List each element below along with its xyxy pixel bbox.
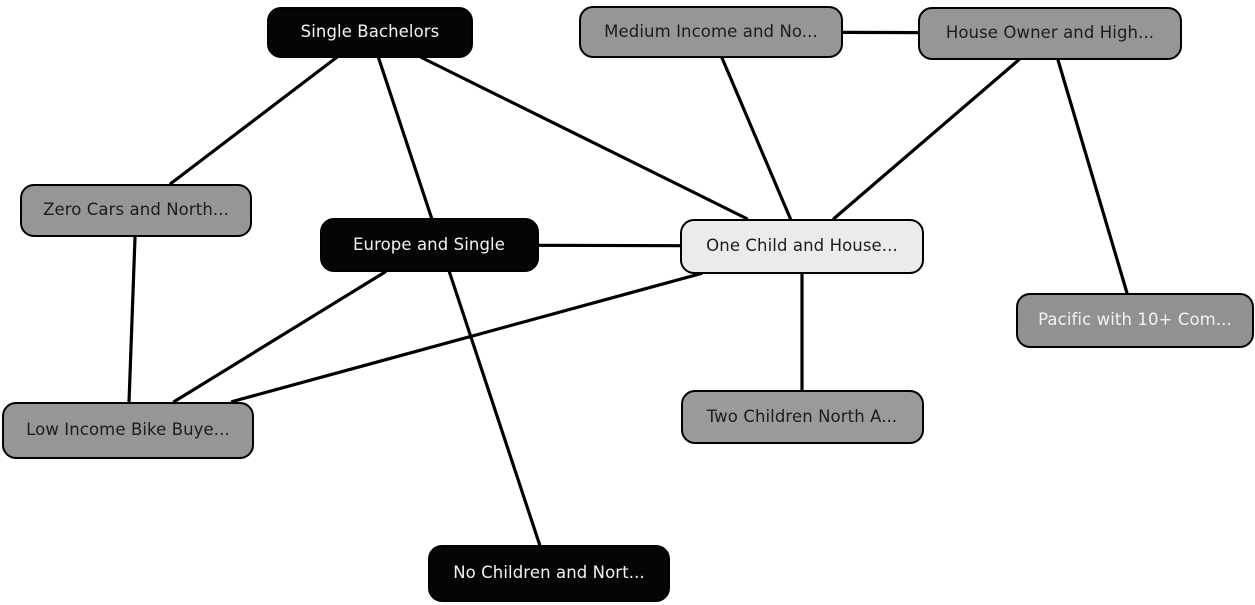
graph-node-house-owner-and-high[interactable]: House Owner and High... — [918, 6, 1182, 60]
graph-node-label: Zero Cars and North... — [43, 200, 229, 219]
graph-node-label: Pacific with 10+ Com... — [1038, 310, 1232, 329]
graph-node-zero-cars-and-north[interactable]: Zero Cars and North... — [20, 183, 252, 237]
graph-node-label: Europe and Single — [353, 235, 505, 254]
graph-node-layer: Single Bachelors Medium Income and No... H… — [0, 0, 1255, 605]
graph-node-label: Two Children North A... — [706, 407, 898, 426]
network-graph-canvas: Single Bachelors Medium Income and No... H… — [0, 0, 1255, 605]
graph-node-no-children-and-nort[interactable]: No Children and Nort... — [428, 544, 670, 602]
graph-node-label: Single Bachelors — [300, 22, 440, 41]
graph-node-low-income-bike-buye[interactable]: Low Income Bike Buye... — [2, 401, 254, 459]
graph-node-pacific-with-10-plus-com[interactable]: Pacific with 10+ Com... — [1016, 292, 1254, 348]
graph-node-label: House Owner and High... — [945, 23, 1155, 42]
graph-node-label: Medium Income and No... — [604, 22, 818, 41]
graph-node-label: Low Income Bike Buye... — [26, 420, 230, 439]
graph-node-europe-and-single[interactable]: Europe and Single — [319, 218, 539, 272]
graph-node-two-children-north-a[interactable]: Two Children North A... — [680, 390, 924, 444]
graph-node-label: One Child and House... — [706, 236, 898, 255]
graph-node-single-bachelors[interactable]: Single Bachelors — [267, 6, 473, 58]
graph-node-label: No Children and Nort... — [453, 563, 645, 582]
graph-node-medium-income-and-no[interactable]: Medium Income and No... — [579, 6, 843, 58]
graph-node-one-child-and-house[interactable]: One Child and House... — [680, 218, 924, 274]
